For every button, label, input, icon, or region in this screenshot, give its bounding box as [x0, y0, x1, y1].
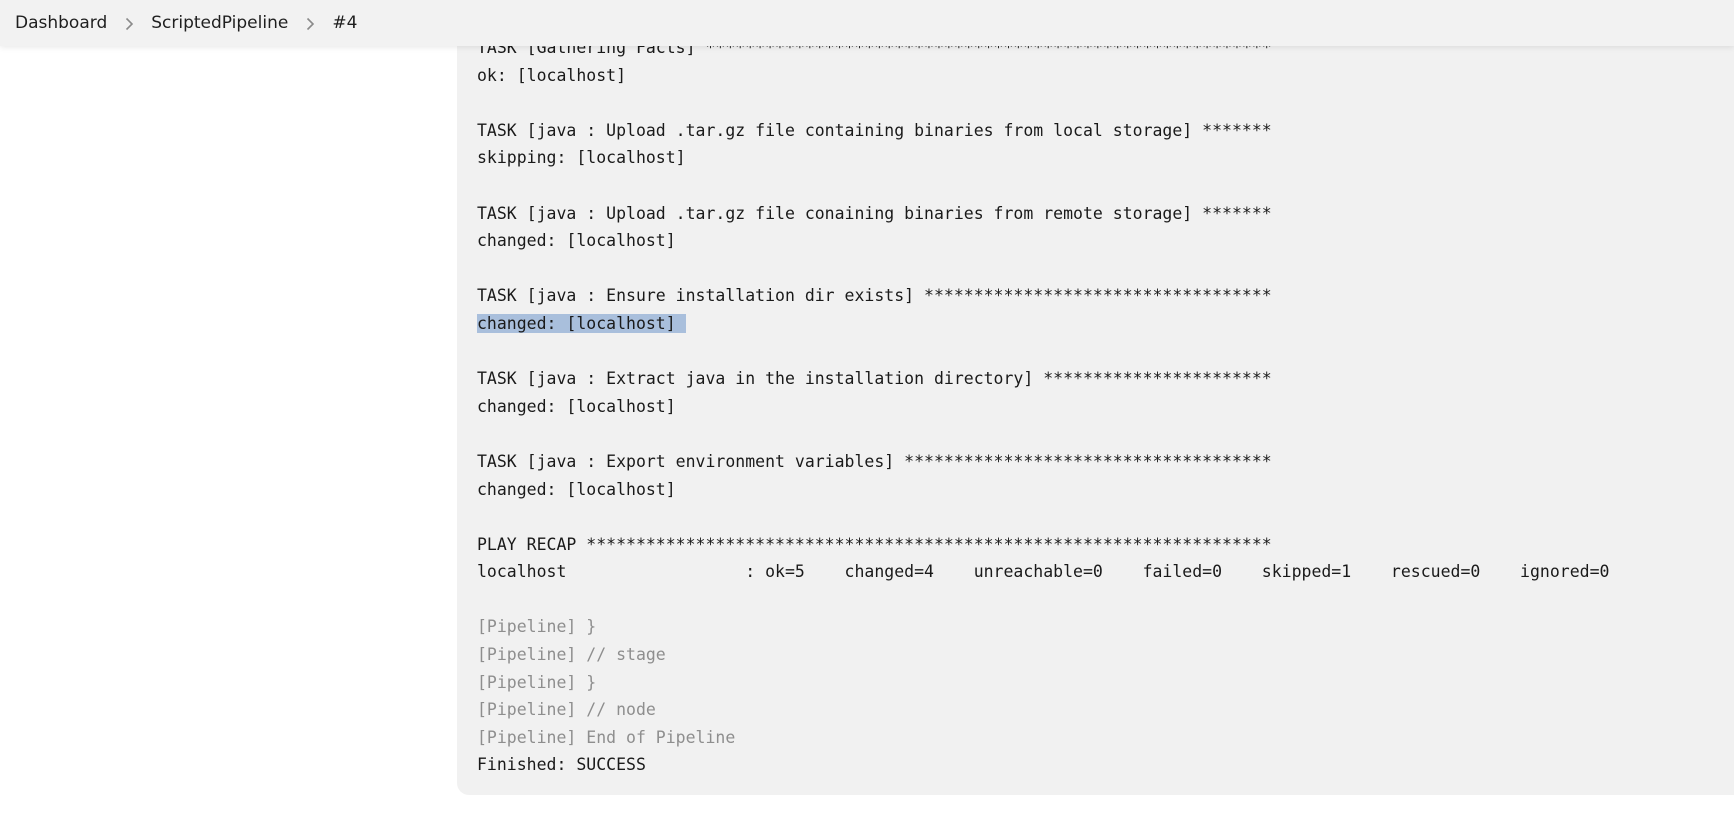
breadcrumb-job[interactable]: ScriptedPipeline	[151, 13, 288, 33]
console-line: skipping: [localhost]	[477, 144, 1609, 172]
console-line: [Pipeline] }	[477, 669, 1609, 697]
console-line-text: [Pipeline] // node	[477, 700, 656, 720]
console-line-text: changed: [localhost]	[477, 479, 676, 499]
selected-text: changed: [localhost]	[477, 313, 686, 333]
console-line-text: TASK [java : Export environment variable…	[477, 451, 1272, 471]
console-line-text: TASK [java : Extract java in the install…	[477, 369, 1272, 389]
console-line: PLAY RECAP *****************************…	[477, 531, 1609, 559]
console-line-text: [Pipeline] }	[477, 672, 597, 692]
console-line-text: [Pipeline] End of Pipeline	[477, 727, 736, 747]
breadcrumb-dashboard[interactable]: Dashboard	[15, 13, 107, 33]
console-line-text: TASK [java : Upload .tar.gz file contain…	[477, 120, 1272, 140]
console-line: TASK [java : Export environment variable…	[477, 448, 1609, 476]
console-line: Finished: SUCCESS	[477, 751, 1609, 779]
console-lines: TASK [Gathering Facts] *****************…	[477, 34, 1609, 779]
console-output: TASK [Gathering Facts] *****************…	[457, 0, 1734, 795]
console-line: changed: [localhost]	[477, 227, 1609, 255]
console-line: [Pipeline] // node	[477, 696, 1609, 724]
console-line: TASK [java : Upload .tar.gz file conaini…	[477, 200, 1609, 228]
console-line: ok: [localhost]	[477, 62, 1609, 90]
console-line: TASK [java : Extract java in the install…	[477, 365, 1609, 393]
console-line-text: changed: [localhost]	[477, 396, 676, 416]
console-line: TASK [java : Ensure installation dir exi…	[477, 282, 1609, 310]
breadcrumb-build[interactable]: #4	[332, 13, 357, 33]
chevron-right-icon	[288, 14, 332, 33]
console-line: changed: [localhost]	[477, 310, 1609, 338]
console-line-text: [Pipeline] // stage	[477, 645, 666, 665]
console-line: changed: [localhost]	[477, 476, 1609, 504]
console-line: [Pipeline] // stage	[477, 641, 1609, 669]
console-line: TASK [java : Upload .tar.gz file contain…	[477, 117, 1609, 145]
console-line-text: PLAY RECAP *****************************…	[477, 534, 1272, 554]
console-line-text: Finished: SUCCESS	[477, 755, 646, 775]
console-line: [Pipeline] }	[477, 613, 1609, 641]
chevron-right-icon	[107, 14, 151, 33]
console-line-text: skipping: [localhost]	[477, 148, 686, 168]
console-line-text: changed: [localhost]	[477, 231, 676, 251]
console-line-text: TASK [java : Ensure installation dir exi…	[477, 286, 1272, 306]
console-line-text: ok: [localhost]	[477, 65, 627, 85]
console-line: localhost : ok=5 changed=4 unreachable=0…	[477, 558, 1609, 586]
console-line: [Pipeline] End of Pipeline	[477, 724, 1609, 752]
breadcrumb: Dashboard ScriptedPipeline #4	[0, 0, 1734, 46]
console-line-text: [Pipeline] }	[477, 617, 597, 637]
console-line-text: localhost : ok=5 changed=4 unreachable=0…	[477, 562, 1610, 582]
console-line: changed: [localhost]	[477, 393, 1609, 421]
console-line-text: TASK [java : Upload .tar.gz file conaini…	[477, 203, 1272, 223]
sidebar	[0, 46, 457, 828]
